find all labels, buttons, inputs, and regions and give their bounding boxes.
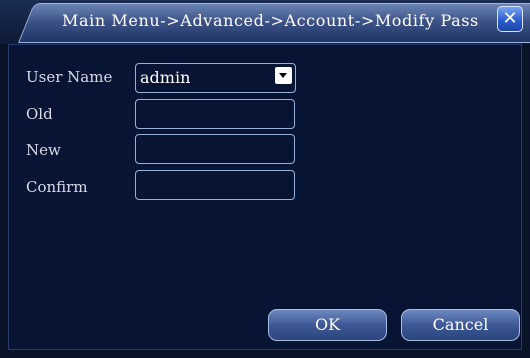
old-password-field[interactable] (135, 99, 295, 129)
modify-password-dialog: Main Menu->Advanced->Account->Modify Pas… (0, 0, 530, 358)
new-password-label: New (26, 141, 61, 159)
user-name-value: admin (140, 68, 191, 87)
ok-button[interactable]: OK (268, 309, 387, 341)
close-button[interactable]: ✕ (497, 6, 523, 32)
cancel-button[interactable]: Cancel (401, 309, 520, 341)
new-password-field[interactable] (135, 134, 295, 164)
close-icon: ✕ (502, 8, 518, 29)
old-password-label: Old (26, 105, 53, 123)
title-bar: Main Menu->Advanced->Account->Modify Pas… (0, 0, 530, 44)
confirm-password-label: Confirm (26, 178, 88, 196)
confirm-password-field[interactable] (135, 170, 295, 200)
user-name-label: User Name (26, 68, 113, 86)
window-title: Main Menu->Advanced->Account->Modify Pas… (62, 11, 479, 30)
chevron-down-icon[interactable] (275, 67, 292, 84)
user-name-dropdown[interactable]: admin (135, 63, 296, 93)
